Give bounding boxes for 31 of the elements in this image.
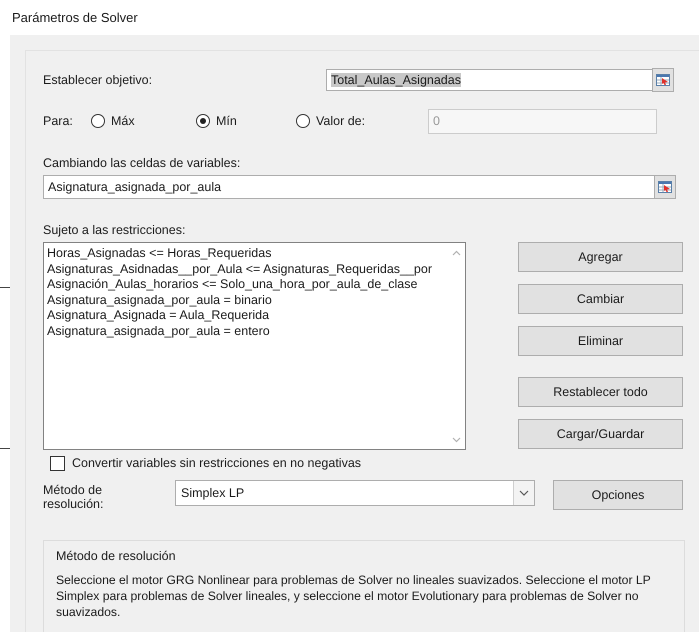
method-label: Método de resolución: (43, 482, 104, 511)
radio-option[interactable]: Máx (91, 114, 196, 128)
radio-option[interactable]: Mín (196, 114, 296, 128)
constraint-item[interactable]: Asignatura_asignada_por_aula = entero (47, 324, 448, 339)
constraints-list[interactable] (43, 242, 466, 450)
constraint-item[interactable]: Asignatura_asignada_por_aula = binario (47, 292, 448, 308)
constraints-label: Sujeto a las restricciones: (43, 223, 186, 237)
dialog-button[interactable]: Agregar (518, 242, 683, 272)
description-title: Método de resolución (56, 549, 177, 563)
dialog-button[interactable]: Eliminar (518, 326, 683, 356)
caret-icon (519, 490, 529, 496)
variables-field[interactable]: Asignatura_asignada_por_aula (43, 175, 655, 199)
objective-label: Establecer objetivo: (43, 73, 154, 87)
range-select-icon[interactable] (652, 68, 674, 92)
window-title: Parámetros de Solver (12, 10, 138, 25)
objective-field[interactable]: Total_Aulas_Asignadas (326, 69, 653, 91)
description-text: Seleccione el motor GRG Nonlinear para problemas de Solver no lineales suavizados. Seleccione el motor LP Simplex para problemas de Solver lineales, y seleccione el motor Evolutionary para problemas de Solver no suavizados. (56, 572, 652, 620)
dialog-button[interactable]: Restablecer todo (518, 377, 683, 407)
to-label: Para: (43, 114, 74, 128)
range-select-icon[interactable] (654, 175, 676, 199)
dialog-button[interactable]: Cargar/Guardar (518, 419, 683, 449)
constraint-item[interactable]: Asignaturas_Asidnadas__por_Aula <= Asignaturas_Requeridas__por (47, 262, 448, 277)
options-button[interactable]: Opciones (553, 480, 683, 510)
variables-label: Cambiando las celdas de variables: (43, 156, 242, 170)
constraint-item[interactable]: Horas_Asignadas <= Horas_Requeridas (47, 246, 448, 262)
constraint-item[interactable]: Asignatura_Asignada = Aula_Requerida (47, 308, 448, 324)
dialog-button[interactable]: Cambiar (518, 284, 683, 314)
radio-option[interactable]: Valor de: (296, 114, 428, 128)
constraint-item[interactable]: Asignación_Aulas_horarios <= Solo_una_hora_por_aula_de_clase (47, 277, 448, 292)
method-dropdown[interactable]: Simplex LP (175, 480, 535, 506)
nonnegative-checkbox[interactable]: Convertir variables sin restricciones en no negativas (50, 454, 685, 472)
